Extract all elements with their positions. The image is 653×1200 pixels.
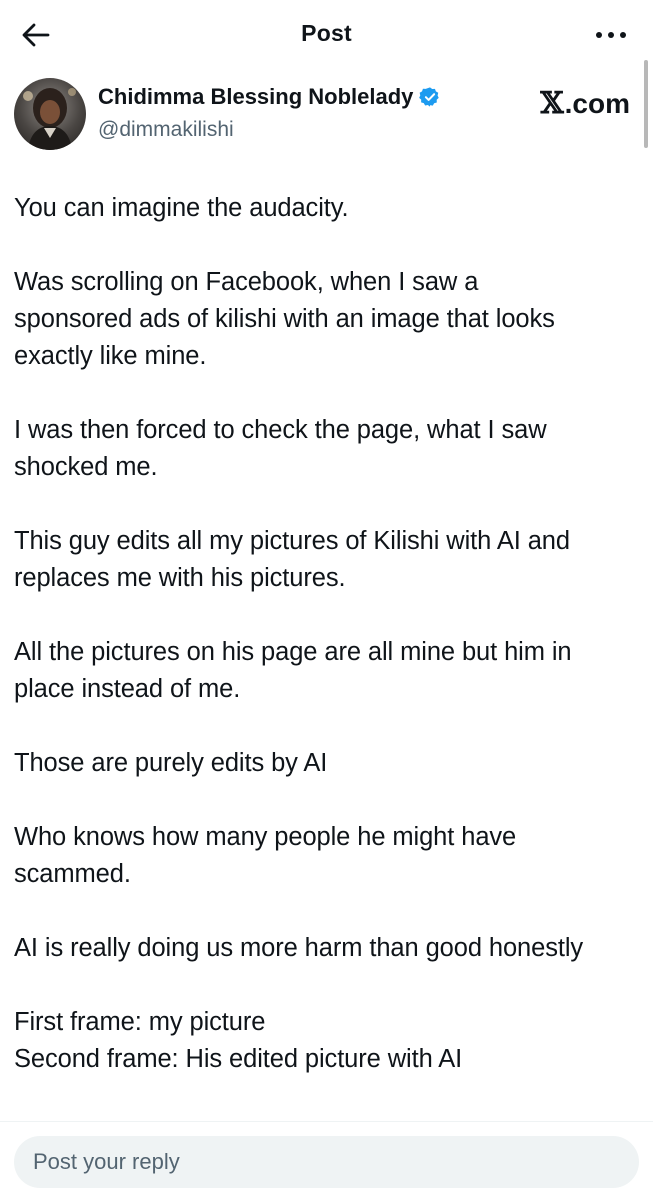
post-line: Second frame: His edited picture with AI [14,1045,463,1073]
post-line: First frame: my picture [14,1008,266,1036]
author-name[interactable]: Chidimma Blessing Noblelady [98,84,413,110]
post-line: Who knows how many people he might have [14,823,517,851]
post-page: Post Chidimma Blessing Noblelady @dimmak… [0,0,653,1200]
more-horizontal-icon [596,32,626,38]
post-line: exactly like mine. [14,342,207,370]
post-paragraph: Those are purely edits by AI [14,745,639,782]
post-line: place instead of me. [14,675,241,703]
author-name-row: Chidimma Blessing Noblelady [98,84,441,110]
post-paragraph: You can imagine the audacity. [14,190,639,227]
post-line: replaces me with his pictures. [14,564,346,592]
post-line: I was then forced to check the page, wha… [14,416,547,444]
post-paragraph: First frame: my picture Second frame: His… [14,1004,639,1078]
post-line: AI is really doing us more harm than goo… [14,934,584,962]
post-paragraph: This guy edits all my pictures of Kilish… [14,523,639,597]
avatar-image [14,78,86,150]
post-line: All the pictures on his page are all min… [14,638,572,666]
watermark-domain: .com [564,88,630,119]
post-paragraph: Was scrolling on Facebook, when I saw a s… [14,264,639,375]
author-handle[interactable]: @dimmakilishi [98,118,234,142]
avatar[interactable] [14,78,86,150]
author-row: Chidimma Blessing Noblelady @dimmakilish… [14,78,634,150]
scrollbar-thumb[interactable] [644,60,648,148]
post-line: sponsored ads of kilishi with an image t… [14,305,555,333]
post-line: Was scrolling on Facebook, when I saw a [14,268,479,296]
post-text: You can imagine the audacity. Was scrolli… [14,190,639,1078]
verified-badge-icon [419,87,440,107]
reply-input[interactable]: Post your reply [14,1136,639,1188]
x-com-watermark: 𝕏 .com [540,86,630,121]
post-line: scammed. [14,860,131,888]
scrollbar[interactable] [643,60,649,156]
more-button[interactable] [591,22,631,48]
post-paragraph: I was then forced to check the page, wha… [14,412,639,486]
post-line: This guy edits all my pictures of Kilish… [14,527,570,555]
top-bar: Post [0,0,653,68]
post-paragraph: All the pictures on his page are all min… [14,634,639,708]
post-paragraph: AI is really doing us more harm than goo… [14,930,639,967]
post-line: You can imagine the audacity. [14,194,349,222]
divider [0,1121,653,1122]
post-line: shocked me. [14,453,158,481]
x-logo-icon: 𝕏 [540,86,564,121]
reply-placeholder: Post your reply [33,1149,180,1174]
post-line: Those are purely edits by AI [14,749,328,777]
page-title: Post [301,20,352,46]
post-paragraph: Who knows how many people he might have s… [14,819,639,893]
